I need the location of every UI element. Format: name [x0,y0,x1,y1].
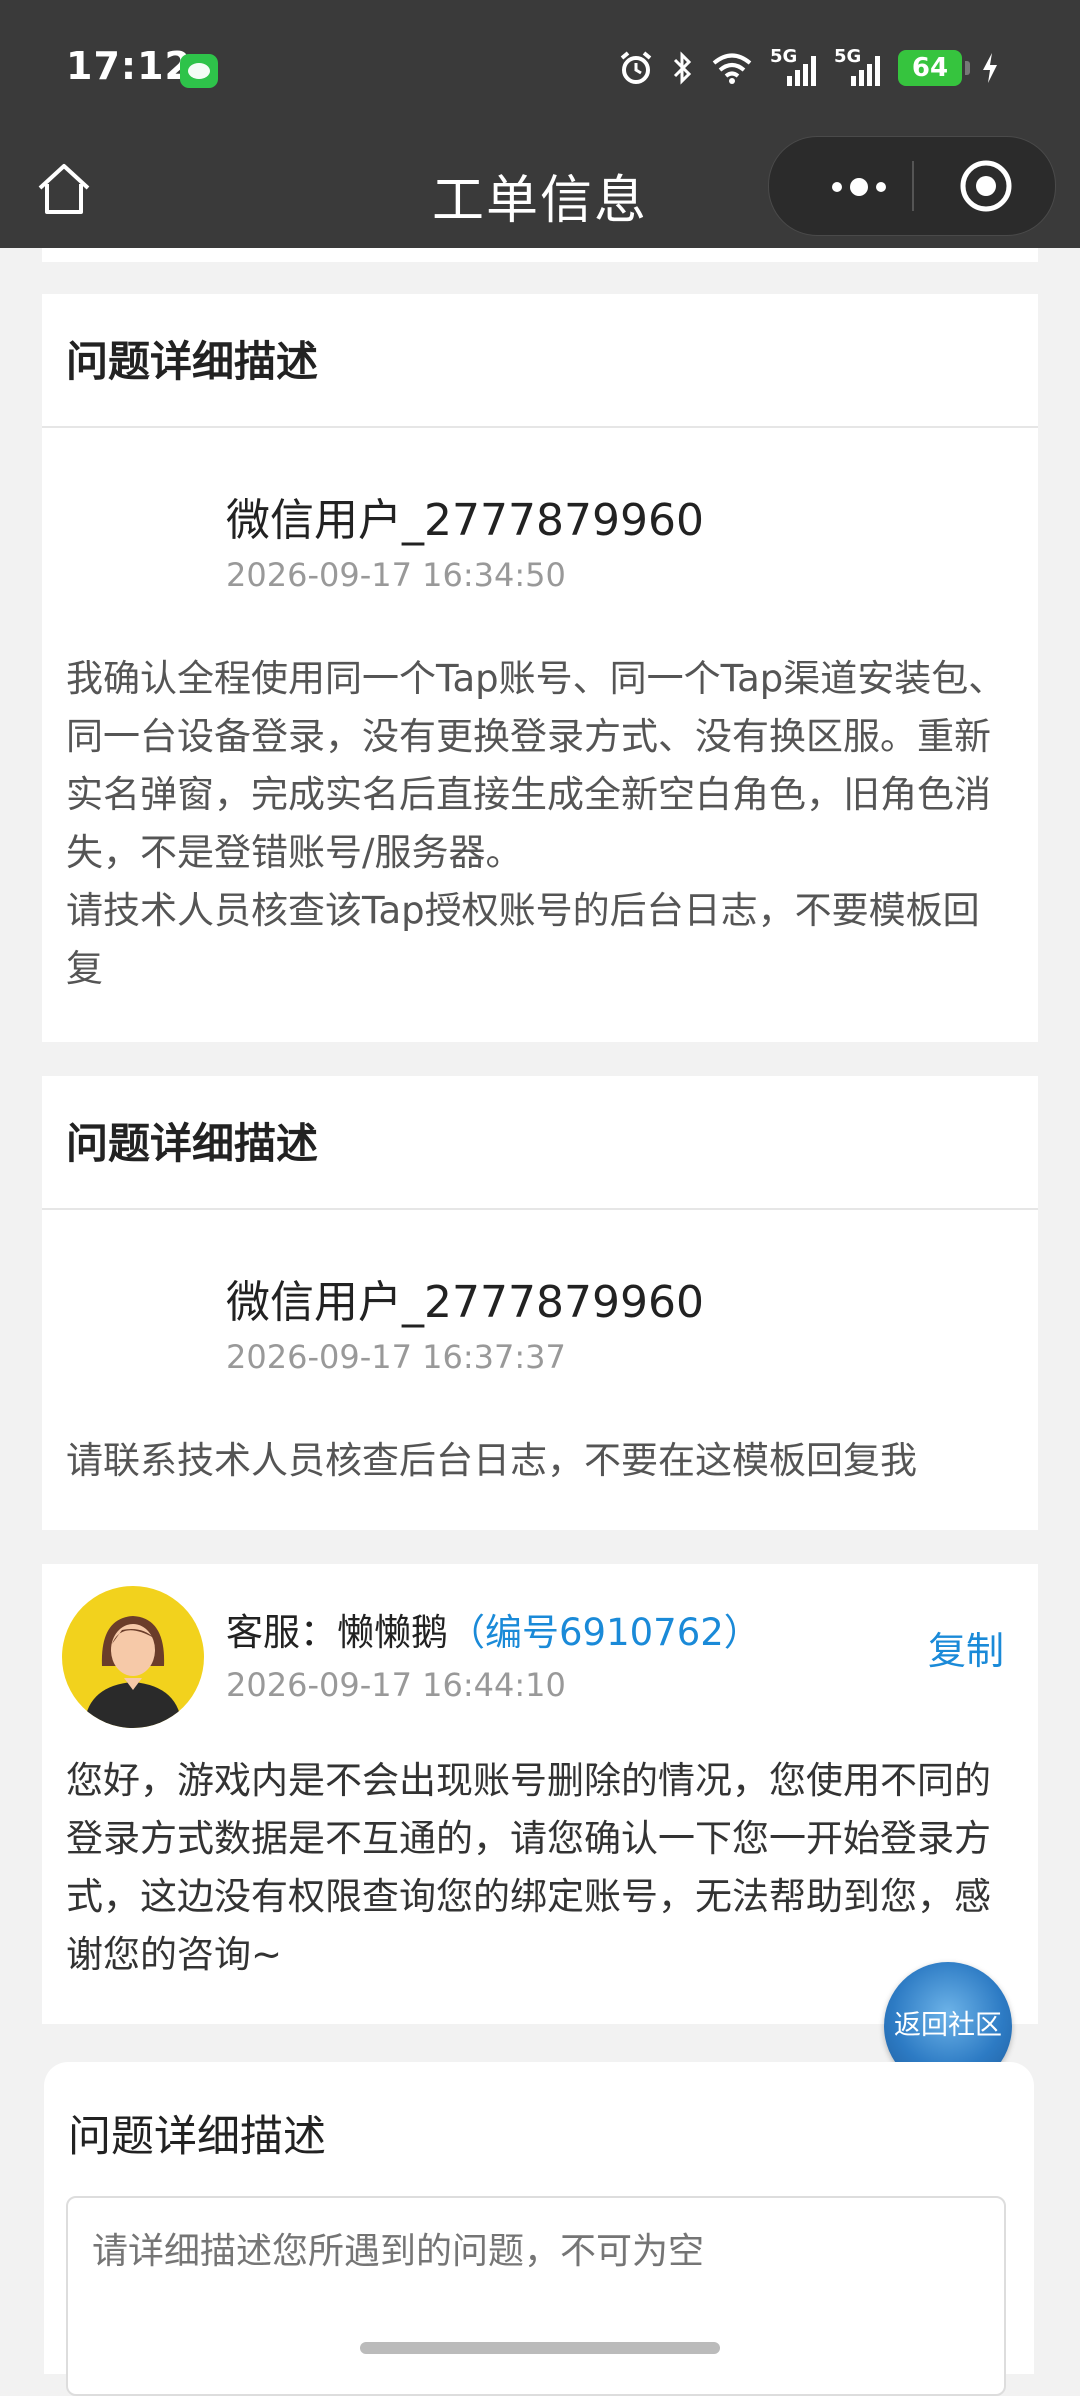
message-user: 微信用户_2777879960 [226,1277,704,1328]
wifi-icon [712,53,752,84]
more-icon[interactable] [809,167,929,207]
reply-form: 问题详细描述 [44,2062,1034,2396]
signal-icon-2: 5G [834,48,880,88]
agent-avatar-icon [84,1616,182,1728]
wechat-notification-icon [180,54,218,88]
charging-icon [983,53,997,83]
section-heading: 问题详细描述 [42,1076,1038,1210]
status-icons: 5G 5G 64 [618,48,1000,88]
agent-prefix: 客服：懒懒鹅 [226,1611,448,1654]
message-time: 2026-09-17 16:34:50 [226,556,566,594]
alarm-icon [620,51,652,84]
avatar [62,1586,204,1728]
capsule-divider [912,161,914,211]
clock: 17:12 [66,44,192,88]
ticket-message-card: 问题详细描述 微信用户_2777879960 2026-09-17 16:37:… [42,1076,1038,1530]
support-reply-card: 客服：懒懒鹅（编号6910762） 复制 2026-09-17 16:44:10… [42,1564,1038,2024]
agent-name: 客服：懒懒鹅（编号6910762） [226,1602,761,1656]
ticket-message-card: 问题详细描述 微信用户_2777879960 2026-09-17 16:34:… [42,294,1038,1042]
description-input[interactable] [66,2196,1006,2396]
mini-program-capsule [768,136,1056,236]
section-heading: 问题详细描述 [42,294,1038,428]
back-to-community-label: 返回社区 [894,2010,1002,2041]
agent-id: （编号6910762） [448,1611,761,1654]
message-user: 微信用户_2777879960 [226,495,704,546]
message-body: 我确认全程使用同一个Tap账号、同一个Tap渠道安装包、同一台设备登录，没有更换… [66,657,1006,990]
reply-time: 2026-09-17 16:44:10 [226,1666,566,1704]
close-miniprogram-icon[interactable] [959,159,1013,213]
message-time: 2026-09-17 16:37:37 [226,1338,566,1376]
status-bar: 17:12 5G 5G 64 [0,0,1080,140]
battery-indicator: 64 [898,50,970,86]
home-indicator[interactable] [360,2342,720,2354]
form-label: 问题详细描述 [68,2112,326,2162]
bluetooth-icon [673,51,692,85]
copy-button[interactable]: 复制 [928,1620,1004,1675]
reply-body: 您好，游戏内是不会出现账号删除的情况，您使用不同的登录方式数据是不互通的，请您确… [66,1759,991,1976]
previous-card-edge [42,248,1038,262]
message-body: 请联系技术人员核查后台日志，不要在这模板回复我 [66,1439,917,1482]
signal-icon-1: 5G [770,48,816,88]
